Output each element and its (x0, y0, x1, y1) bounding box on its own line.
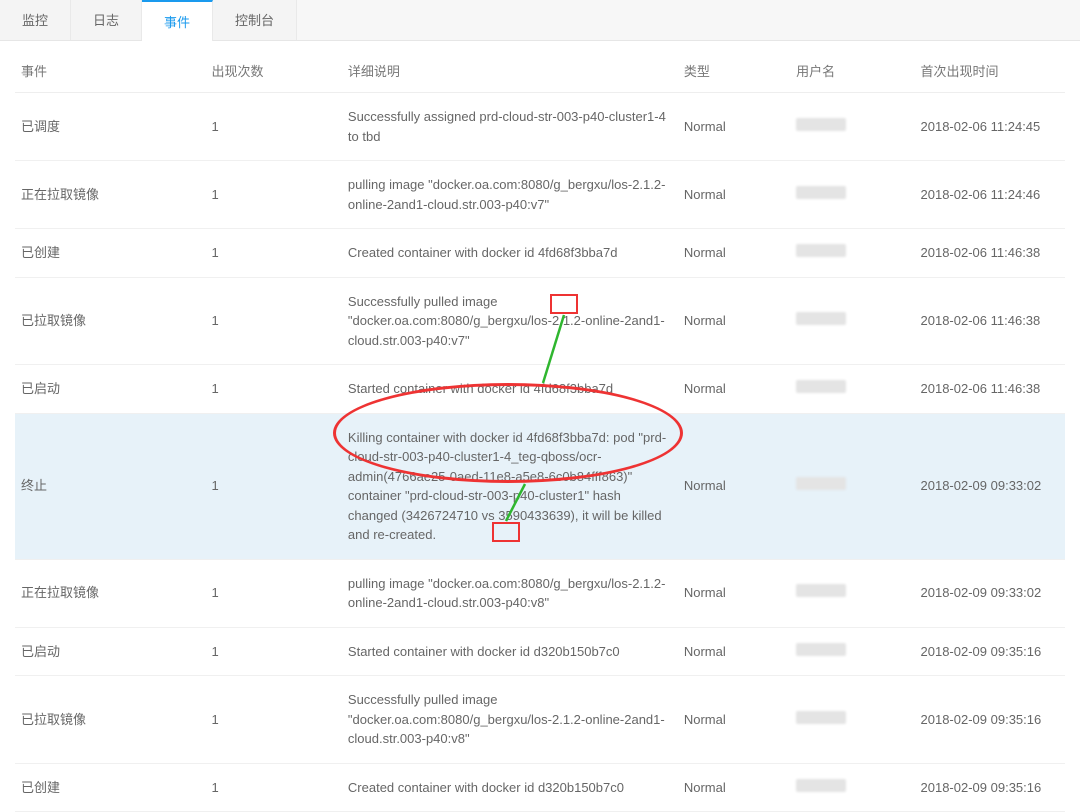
col-header-type: 类型 (678, 41, 790, 93)
cell-count: 1 (206, 627, 342, 676)
table-row[interactable]: 已创建1Created container with docker id 4fd… (15, 229, 1065, 278)
cell-detail: Created container with docker id 4fd68f3… (342, 229, 678, 278)
cell-count: 1 (206, 413, 342, 559)
col-header-detail: 详细说明 (342, 41, 678, 93)
cell-time: 2018-02-06 11:46:38 (915, 365, 1065, 414)
events-table-wrap: 事件 出现次数 详细说明 类型 用户名 首次出现时间 已调度1Successfu… (0, 41, 1080, 812)
cell-time: 2018-02-06 11:24:45 (915, 93, 1065, 161)
cell-type: Normal (678, 676, 790, 764)
col-header-count: 出现次数 (206, 41, 342, 93)
cell-event: 终止 (15, 413, 206, 559)
cell-count: 1 (206, 763, 342, 812)
cell-user (790, 93, 914, 161)
table-row[interactable]: 终止1Killing container with docker id 4fd6… (15, 413, 1065, 559)
cell-user (790, 559, 914, 627)
cell-count: 1 (206, 676, 342, 764)
table-row[interactable]: 已拉取镜像1Successfully pulled image "docker.… (15, 277, 1065, 365)
cell-event: 正在拉取镜像 (15, 161, 206, 229)
col-header-user: 用户名 (790, 41, 914, 93)
tab-logs[interactable]: 日志 (71, 0, 142, 40)
cell-time: 2018-02-06 11:24:46 (915, 161, 1065, 229)
redacted-username (796, 380, 846, 393)
cell-user (790, 277, 914, 365)
table-body: 已调度1Successfully assigned prd-cloud-str-… (15, 93, 1065, 812)
cell-event: 已创建 (15, 763, 206, 812)
table-row[interactable]: 已调度1Successfully assigned prd-cloud-str-… (15, 93, 1065, 161)
redacted-username (796, 711, 846, 724)
cell-count: 1 (206, 365, 342, 414)
redacted-username (796, 186, 846, 199)
cell-detail: Created container with docker id d320b15… (342, 763, 678, 812)
table-row[interactable]: 已创建1Created container with docker id d32… (15, 763, 1065, 812)
tab-events[interactable]: 事件 (142, 0, 213, 41)
redacted-username (796, 584, 846, 597)
cell-event: 已启动 (15, 365, 206, 414)
cell-detail: pulling image "docker.oa.com:8080/g_berg… (342, 559, 678, 627)
cell-time: 2018-02-06 11:46:38 (915, 229, 1065, 278)
tab-monitor[interactable]: 监控 (0, 0, 71, 40)
cell-type: Normal (678, 229, 790, 278)
col-header-time: 首次出现时间 (915, 41, 1065, 93)
cell-time: 2018-02-09 09:33:02 (915, 559, 1065, 627)
cell-detail: Successfully pulled image "docker.oa.com… (342, 277, 678, 365)
cell-user (790, 229, 914, 278)
cell-detail: Started container with docker id d320b15… (342, 627, 678, 676)
cell-detail: pulling image "docker.oa.com:8080/g_berg… (342, 161, 678, 229)
tab-bar: 监控 日志 事件 控制台 (0, 0, 1080, 41)
cell-user (790, 413, 914, 559)
cell-type: Normal (678, 161, 790, 229)
cell-time: 2018-02-09 09:35:16 (915, 627, 1065, 676)
redacted-username (796, 118, 846, 131)
cell-detail: Successfully pulled image "docker.oa.com… (342, 676, 678, 764)
cell-user (790, 627, 914, 676)
cell-type: Normal (678, 93, 790, 161)
table-row[interactable]: 已拉取镜像1Successfully pulled image "docker.… (15, 676, 1065, 764)
cell-count: 1 (206, 93, 342, 161)
cell-event: 已拉取镜像 (15, 676, 206, 764)
cell-time: 2018-02-09 09:35:16 (915, 676, 1065, 764)
cell-type: Normal (678, 413, 790, 559)
redacted-username (796, 643, 846, 656)
tab-console[interactable]: 控制台 (213, 0, 297, 40)
table-row[interactable]: 正在拉取镜像1pulling image "docker.oa.com:8080… (15, 559, 1065, 627)
cell-count: 1 (206, 277, 342, 365)
cell-event: 已拉取镜像 (15, 277, 206, 365)
cell-user (790, 763, 914, 812)
cell-type: Normal (678, 277, 790, 365)
table-header-row: 事件 出现次数 详细说明 类型 用户名 首次出现时间 (15, 41, 1065, 93)
events-table: 事件 出现次数 详细说明 类型 用户名 首次出现时间 已调度1Successfu… (15, 41, 1065, 812)
table-row[interactable]: 已启动1Started container with docker id 4fd… (15, 365, 1065, 414)
cell-detail: Killing container with docker id 4fd68f3… (342, 413, 678, 559)
cell-count: 1 (206, 161, 342, 229)
cell-event: 正在拉取镜像 (15, 559, 206, 627)
cell-type: Normal (678, 763, 790, 812)
cell-user (790, 676, 914, 764)
cell-event: 已创建 (15, 229, 206, 278)
table-row[interactable]: 正在拉取镜像1pulling image "docker.oa.com:8080… (15, 161, 1065, 229)
cell-event: 已启动 (15, 627, 206, 676)
table-row[interactable]: 已启动1Started container with docker id d32… (15, 627, 1065, 676)
cell-type: Normal (678, 627, 790, 676)
col-header-event: 事件 (15, 41, 206, 93)
redacted-username (796, 312, 846, 325)
cell-user (790, 365, 914, 414)
cell-time: 2018-02-06 11:46:38 (915, 277, 1065, 365)
redacted-username (796, 477, 846, 490)
page: 监控 日志 事件 控制台 事件 出现次数 详细说明 类型 用户名 首次出现时间 … (0, 0, 1080, 812)
cell-count: 1 (206, 559, 342, 627)
cell-time: 2018-02-09 09:35:16 (915, 763, 1065, 812)
cell-time: 2018-02-09 09:33:02 (915, 413, 1065, 559)
redacted-username (796, 779, 846, 792)
redacted-username (796, 244, 846, 257)
cell-event: 已调度 (15, 93, 206, 161)
cell-count: 1 (206, 229, 342, 278)
cell-type: Normal (678, 559, 790, 627)
cell-detail: Started container with docker id 4fd68f3… (342, 365, 678, 414)
cell-user (790, 161, 914, 229)
cell-detail: Successfully assigned prd-cloud-str-003-… (342, 93, 678, 161)
cell-type: Normal (678, 365, 790, 414)
